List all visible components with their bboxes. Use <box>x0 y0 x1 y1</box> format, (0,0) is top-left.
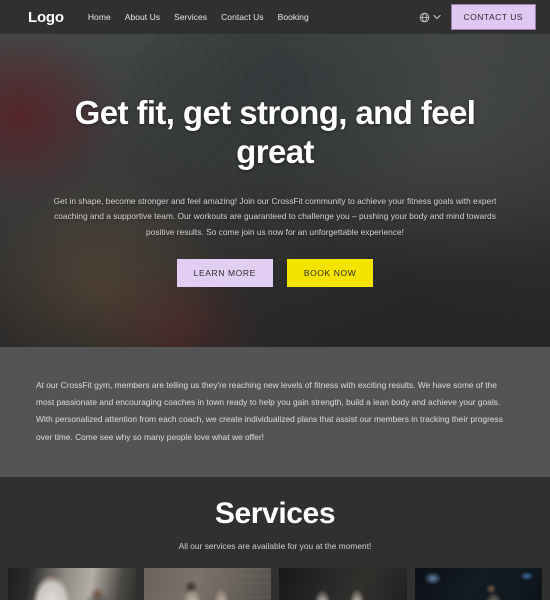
service-card-image-1 <box>8 568 136 600</box>
nav-item-contact-us[interactable]: Contact Us <box>221 12 264 22</box>
services-card-grid <box>0 568 550 600</box>
navbar-right: CONTACT US <box>419 4 536 30</box>
service-card-image-2 <box>143 568 271 600</box>
hero-actions: LEARN MORE BOOK NOW <box>42 258 508 287</box>
service-card[interactable] <box>279 568 407 600</box>
nav-item-home[interactable]: Home <box>88 12 111 22</box>
contact-us-button[interactable]: CONTACT US <box>450 4 536 30</box>
services-section: Services All our services are available … <box>0 477 550 600</box>
hero-subtitle: Get in shape, become stronger and feel a… <box>53 195 497 237</box>
service-card[interactable] <box>8 568 136 600</box>
nav-links: Home About Us Services Contact Us Bookin… <box>88 12 419 22</box>
hero-section: Get fit, get strong, and feel great Get … <box>0 34 550 347</box>
navbar: Logo Home About Us Services Contact Us B… <box>0 0 550 34</box>
site-logo[interactable]: Logo <box>28 9 64 26</box>
services-subtitle: All our services are available for you a… <box>178 541 372 551</box>
hero-title: Get fit, get strong, and feel great <box>74 94 476 170</box>
service-card-image-3 <box>279 568 407 600</box>
book-now-button[interactable]: BOOK NOW <box>286 258 374 287</box>
service-card-image-4 <box>414 568 542 600</box>
globe-icon <box>419 12 430 23</box>
about-paragraph: At our CrossFit gym, members are telling… <box>36 380 503 442</box>
nav-item-services[interactable]: Services <box>174 12 207 22</box>
nav-item-booking[interactable]: Booking <box>278 12 309 22</box>
service-card[interactable] <box>414 568 542 600</box>
page-root: Logo Home About Us Services Contact Us B… <box>0 0 550 600</box>
learn-more-button[interactable]: LEARN MORE <box>176 258 273 287</box>
language-selector[interactable] <box>419 12 441 23</box>
about-section: At our CrossFit gym, members are telling… <box>0 347 550 477</box>
hero-content: Get fit, get strong, and feel great Get … <box>0 34 550 287</box>
service-card[interactable] <box>143 568 271 600</box>
services-title: Services <box>214 497 336 530</box>
chevron-down-icon <box>432 14 441 20</box>
nav-item-about-us[interactable]: About Us <box>125 12 160 22</box>
